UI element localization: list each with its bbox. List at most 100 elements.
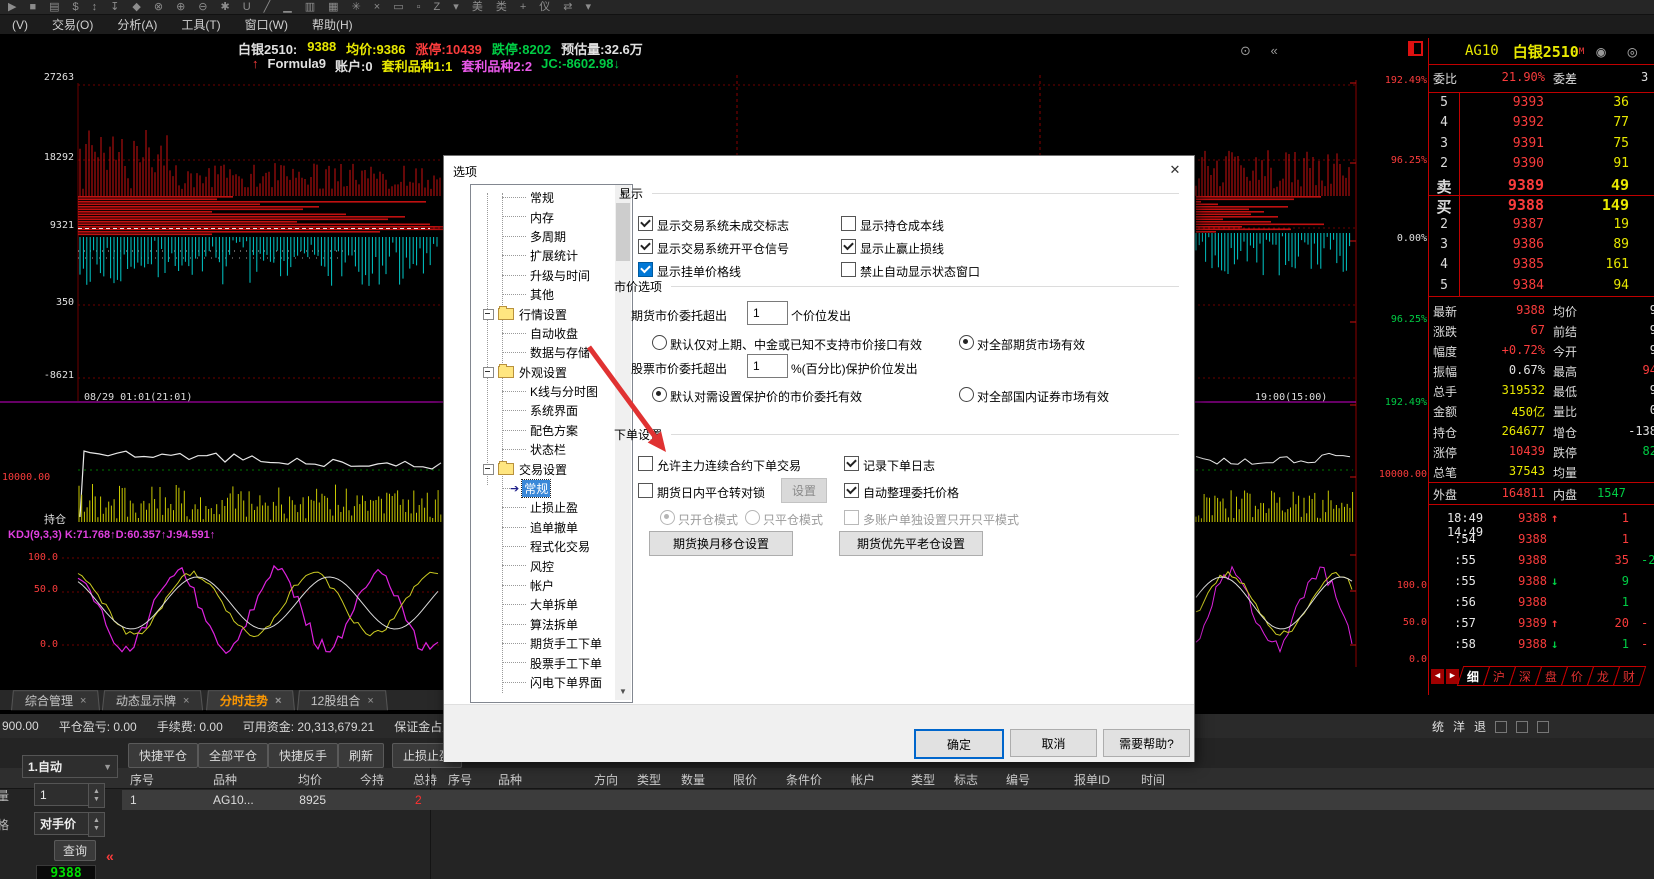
close-only-radio[interactable] <box>745 510 760 525</box>
column-header[interactable]: 方向 <box>594 771 618 788</box>
collapse-node-icon[interactable] <box>483 367 494 378</box>
toolbar-icon[interactable]: ✳ <box>352 2 361 12</box>
open-only-radio[interactable] <box>660 510 675 525</box>
tree-item[interactable]: ➔ 风控 <box>471 556 632 575</box>
toolbar-icon[interactable]: ⇄ <box>563 2 572 12</box>
quote-tab[interactable]: 财 <box>1613 666 1646 686</box>
tree-item[interactable]: ➔ 数据与存储 <box>471 343 632 362</box>
tree-item[interactable]: ➔ 常规 <box>471 479 632 498</box>
tree-item[interactable]: ➔ 帐户 <box>471 576 632 595</box>
column-header[interactable]: 数量 <box>681 771 705 788</box>
column-header[interactable]: 报单ID <box>1074 771 1110 788</box>
close-tab-icon[interactable]: × <box>275 695 282 707</box>
collapse-node-icon[interactable] <box>483 464 494 475</box>
column-header[interactable]: 序号 <box>448 771 472 788</box>
toolbar-icon[interactable]: $ <box>73 2 79 12</box>
column-header[interactable]: 品种 <box>498 771 522 788</box>
tidy-price-checkbox[interactable] <box>844 483 859 498</box>
workspace-tab[interactable]: 12股组合 × <box>297 690 388 710</box>
tool-square-icon[interactable] <box>1516 721 1528 733</box>
column-header[interactable]: 类型 <box>637 771 661 788</box>
tree-item[interactable]: ➔ 配色方案 <box>471 421 632 440</box>
quote-header-icons[interactable]: ◉ ◎ <box>1596 42 1643 61</box>
menu-item[interactable]: 分析(A) <box>105 16 169 33</box>
toolbar-icon[interactable]: ▾ <box>453 2 459 12</box>
tree-item[interactable]: ➔ 止损止盈 <box>471 498 632 517</box>
tree-item[interactable]: ➔ 股票手工下单 <box>471 653 632 672</box>
order-mode-select[interactable]: 1.自动▼ <box>22 755 118 778</box>
workspace-tab[interactable]: 分时走势 × <box>206 690 295 710</box>
column-header[interactable]: 序号 <box>130 771 154 788</box>
trade-action-button[interactable]: 快捷反手 <box>268 743 338 768</box>
lock-checkbox[interactable] <box>638 483 653 498</box>
price-stepper[interactable]: ▲▼ <box>88 812 105 837</box>
close-old-first-button[interactable]: 期货优先平老仓设置 <box>839 531 983 556</box>
column-header[interactable]: 编号 <box>1006 771 1030 788</box>
tree-item[interactable]: ➔ 大单拆单 <box>471 595 632 614</box>
trade-action-button[interactable]: 刷新 <box>338 743 384 768</box>
trade-action-button[interactable]: 全部平仓 <box>198 743 268 768</box>
toolbar-icon[interactable]: ↧ <box>110 2 119 12</box>
tree-item[interactable]: ➔ 外观设置 <box>471 363 632 382</box>
tree-item[interactable]: ➔ 追单撤单 <box>471 518 632 537</box>
tree-item[interactable]: ➔ 行情设置 <box>471 304 632 323</box>
close-tab-icon[interactable]: × <box>183 695 190 707</box>
tree-item[interactable]: ➔ 内存 <box>471 207 632 226</box>
toolbar-icon[interactable]: ◆ <box>132 2 140 12</box>
close-icon[interactable]: ✕ <box>1162 160 1188 180</box>
futures-option2-radio[interactable] <box>959 335 974 350</box>
toolbar-icon[interactable]: ⊖ <box>198 2 207 12</box>
close-tab-icon[interactable]: × <box>80 695 87 707</box>
toolbar-icon[interactable]: U <box>243 2 251 12</box>
menu-item[interactable]: 窗口(W) <box>233 16 300 33</box>
tree-item[interactable]: ➔ 升级与时间 <box>471 266 632 285</box>
checkbox[interactable] <box>841 239 856 254</box>
scroll-left-icon[interactable]: ◀ <box>1431 669 1444 684</box>
futures-ticks-input[interactable]: 1 <box>747 301 788 325</box>
query-button[interactable]: 查询 <box>54 840 96 861</box>
toolbar-icon[interactable]: + <box>520 2 526 12</box>
tree-item[interactable]: ➔ 闪电下单界面 <box>471 673 632 692</box>
column-header[interactable]: 时间 <box>1141 771 1165 788</box>
toolbar-icon[interactable]: ▶ <box>8 2 16 12</box>
status-icon-tong[interactable]: 统 <box>1432 718 1444 735</box>
tree-item[interactable]: ➔ 多周期 <box>471 227 632 246</box>
tree-item[interactable]: ➔ 常规 <box>471 188 632 207</box>
tree-item[interactable]: ➔ 程式化交易 <box>471 537 632 556</box>
pin-collapse-icons[interactable]: ⊙ « <box>1240 43 1286 59</box>
toolbar-icon[interactable]: ▦ <box>328 2 338 12</box>
menu-item[interactable]: (V) <box>0 18 40 32</box>
column-header[interactable]: 条件价 <box>786 771 822 788</box>
tree-item[interactable]: ➔ 自动收盘 <box>471 324 632 343</box>
stock-option1-radio[interactable] <box>652 387 667 402</box>
status-icon-tui[interactable]: 退 <box>1474 718 1486 735</box>
toolbar-icon[interactable]: ▤ <box>49 2 59 12</box>
checkbox[interactable] <box>841 216 856 231</box>
toolbar-icon[interactable]: 类 <box>496 2 507 12</box>
collapse-icon[interactable]: « <box>106 848 114 864</box>
toolbar-icon[interactable]: ⊕ <box>176 2 185 12</box>
trade-action-button[interactable]: 快捷平仓 <box>128 743 198 768</box>
checkbox[interactable] <box>638 216 653 231</box>
stock-option2-radio[interactable] <box>959 387 974 402</box>
toolbar-icon[interactable]: × <box>374 2 380 12</box>
tool-square-icon[interactable] <box>1537 721 1549 733</box>
toolbar-icon[interactable]: ╱ <box>264 2 271 12</box>
tree-item[interactable]: ➔ 算法拆单 <box>471 615 632 634</box>
column-header[interactable]: 帐户 <box>851 771 875 788</box>
toolbar-icon[interactable]: ⊗ <box>154 2 163 12</box>
column-header[interactable]: 均价 <box>298 771 322 788</box>
ok-button[interactable]: 确定 <box>914 729 1004 759</box>
quantity-stepper[interactable]: ▲▼ <box>88 783 105 808</box>
close-tab-icon[interactable]: × <box>367 695 374 707</box>
toolbar-icon[interactable]: ✱ <box>221 2 230 12</box>
toolbar-icon[interactable]: ▾ <box>585 2 591 12</box>
column-header[interactable]: 今持 <box>360 771 384 788</box>
toolbar-icon[interactable]: 美 <box>472 2 483 12</box>
tree-item[interactable]: ➔ 扩展统计 <box>471 246 632 265</box>
menu-item[interactable]: 帮助(H) <box>300 16 365 33</box>
tree-item[interactable]: ➔ 系统界面 <box>471 401 632 420</box>
help-button[interactable]: 需要帮助? <box>1103 729 1190 757</box>
column-header[interactable]: 品种 <box>213 771 237 788</box>
futures-option1-radio[interactable] <box>652 335 667 350</box>
